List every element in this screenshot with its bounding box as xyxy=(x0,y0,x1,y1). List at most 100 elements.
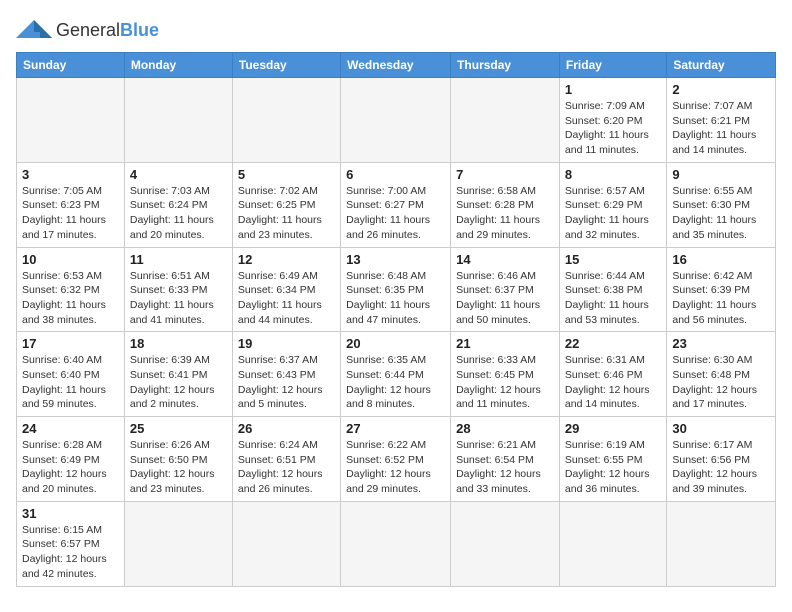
day-header-monday: Monday xyxy=(124,53,232,78)
logo-text: GeneralBlue xyxy=(56,20,159,41)
calendar-cell xyxy=(341,78,451,163)
calendar-week-row: 10 Sunrise: 6:53 AM Sunset: 6:32 PM Dayli… xyxy=(17,247,776,332)
day-info: Sunrise: 6:28 AM Sunset: 6:49 PM Dayligh… xyxy=(22,438,119,497)
day-number: 13 xyxy=(346,252,445,267)
day-number: 28 xyxy=(456,421,554,436)
day-info: Sunrise: 6:46 AM Sunset: 6:37 PM Dayligh… xyxy=(456,269,554,328)
calendar-week-row: 1Sunrise: 7:09 AM Sunset: 6:20 PM Daylig… xyxy=(17,78,776,163)
calendar-cell xyxy=(451,501,560,586)
calendar-cell xyxy=(17,78,125,163)
day-info: Sunrise: 6:51 AM Sunset: 6:33 PM Dayligh… xyxy=(130,269,227,328)
calendar-cell: 10 Sunrise: 6:53 AM Sunset: 6:32 PM Dayli… xyxy=(17,247,125,332)
day-number: 16 xyxy=(672,252,770,267)
calendar-cell: 18 Sunrise: 6:39 AM Sunset: 6:41 PM Dayli… xyxy=(124,332,232,417)
day-info: Sunrise: 7:07 AM Sunset: 6:21 PM Dayligh… xyxy=(672,99,770,158)
calendar-cell: 7 Sunrise: 6:58 AM Sunset: 6:28 PM Daylig… xyxy=(451,162,560,247)
day-info: Sunrise: 6:39 AM Sunset: 6:41 PM Dayligh… xyxy=(130,353,227,412)
calendar-table: SundayMondayTuesdayWednesdayThursdayFrid… xyxy=(16,52,776,587)
calendar-cell: 23 Sunrise: 6:30 AM Sunset: 6:48 PM Dayli… xyxy=(667,332,776,417)
day-number: 27 xyxy=(346,421,445,436)
calendar-cell xyxy=(667,501,776,586)
day-number: 18 xyxy=(130,336,227,351)
calendar-cell xyxy=(559,501,666,586)
calendar-cell: 8Sunrise: 6:57 AM Sunset: 6:29 PM Daylig… xyxy=(559,162,666,247)
day-info: Sunrise: 7:05 AM Sunset: 6:23 PM Dayligh… xyxy=(22,184,119,243)
calendar-cell: 19 Sunrise: 6:37 AM Sunset: 6:43 PM Dayli… xyxy=(232,332,340,417)
calendar-week-row: 24 Sunrise: 6:28 AM Sunset: 6:49 PM Dayli… xyxy=(17,417,776,502)
calendar-cell: 27 Sunrise: 6:22 AM Sunset: 6:52 PM Dayli… xyxy=(341,417,451,502)
calendar-cell: 13 Sunrise: 6:48 AM Sunset: 6:35 PM Dayli… xyxy=(341,247,451,332)
day-info: Sunrise: 6:31 AM Sunset: 6:46 PM Dayligh… xyxy=(565,353,661,412)
day-number: 7 xyxy=(456,167,554,182)
day-number: 14 xyxy=(456,252,554,267)
day-info: Sunrise: 6:30 AM Sunset: 6:48 PM Dayligh… xyxy=(672,353,770,412)
day-info: Sunrise: 6:42 AM Sunset: 6:39 PM Dayligh… xyxy=(672,269,770,328)
day-number: 6 xyxy=(346,167,445,182)
day-info: Sunrise: 6:48 AM Sunset: 6:35 PM Dayligh… xyxy=(346,269,445,328)
day-number: 5 xyxy=(238,167,335,182)
day-number: 23 xyxy=(672,336,770,351)
day-number: 12 xyxy=(238,252,335,267)
page-header: GeneralBlue xyxy=(16,16,776,44)
day-number: 17 xyxy=(22,336,119,351)
calendar-cell: 22Sunrise: 6:31 AM Sunset: 6:46 PM Dayli… xyxy=(559,332,666,417)
calendar-cell: 17 Sunrise: 6:40 AM Sunset: 6:40 PM Dayli… xyxy=(17,332,125,417)
logo: GeneralBlue xyxy=(16,16,159,44)
calendar-cell xyxy=(341,501,451,586)
calendar-cell: 14 Sunrise: 6:46 AM Sunset: 6:37 PM Dayli… xyxy=(451,247,560,332)
day-header-wednesday: Wednesday xyxy=(341,53,451,78)
day-info: Sunrise: 6:55 AM Sunset: 6:30 PM Dayligh… xyxy=(672,184,770,243)
calendar-cell: 11Sunrise: 6:51 AM Sunset: 6:33 PM Dayli… xyxy=(124,247,232,332)
calendar-cell: 28 Sunrise: 6:21 AM Sunset: 6:54 PM Dayli… xyxy=(451,417,560,502)
calendar-cell: 16 Sunrise: 6:42 AM Sunset: 6:39 PM Dayli… xyxy=(667,247,776,332)
calendar-cell: 26 Sunrise: 6:24 AM Sunset: 6:51 PM Dayli… xyxy=(232,417,340,502)
day-number: 21 xyxy=(456,336,554,351)
day-number: 30 xyxy=(672,421,770,436)
day-info: Sunrise: 6:17 AM Sunset: 6:56 PM Dayligh… xyxy=(672,438,770,497)
calendar-cell: 20 Sunrise: 6:35 AM Sunset: 6:44 PM Dayli… xyxy=(341,332,451,417)
day-number: 9 xyxy=(672,167,770,182)
day-info: Sunrise: 6:58 AM Sunset: 6:28 PM Dayligh… xyxy=(456,184,554,243)
calendar-cell: 5 Sunrise: 7:02 AM Sunset: 6:25 PM Daylig… xyxy=(232,162,340,247)
day-info: Sunrise: 6:19 AM Sunset: 6:55 PM Dayligh… xyxy=(565,438,661,497)
calendar-cell: 15Sunrise: 6:44 AM Sunset: 6:38 PM Dayli… xyxy=(559,247,666,332)
day-info: Sunrise: 6:49 AM Sunset: 6:34 PM Dayligh… xyxy=(238,269,335,328)
day-info: Sunrise: 6:15 AM Sunset: 6:57 PM Dayligh… xyxy=(22,523,119,582)
day-info: Sunrise: 6:40 AM Sunset: 6:40 PM Dayligh… xyxy=(22,353,119,412)
day-info: Sunrise: 6:33 AM Sunset: 6:45 PM Dayligh… xyxy=(456,353,554,412)
day-info: Sunrise: 6:53 AM Sunset: 6:32 PM Dayligh… xyxy=(22,269,119,328)
day-info: Sunrise: 7:03 AM Sunset: 6:24 PM Dayligh… xyxy=(130,184,227,243)
calendar-week-row: 3 Sunrise: 7:05 AM Sunset: 6:23 PM Daylig… xyxy=(17,162,776,247)
calendar-cell: 31Sunrise: 6:15 AM Sunset: 6:57 PM Dayli… xyxy=(17,501,125,586)
day-info: Sunrise: 7:02 AM Sunset: 6:25 PM Dayligh… xyxy=(238,184,335,243)
day-number: 20 xyxy=(346,336,445,351)
day-header-tuesday: Tuesday xyxy=(232,53,340,78)
calendar-cell xyxy=(124,78,232,163)
logo-icon xyxy=(16,16,52,44)
day-number: 26 xyxy=(238,421,335,436)
calendar-week-row: 17 Sunrise: 6:40 AM Sunset: 6:40 PM Dayli… xyxy=(17,332,776,417)
day-info: Sunrise: 6:44 AM Sunset: 6:38 PM Dayligh… xyxy=(565,269,661,328)
day-info: Sunrise: 6:37 AM Sunset: 6:43 PM Dayligh… xyxy=(238,353,335,412)
day-info: Sunrise: 7:00 AM Sunset: 6:27 PM Dayligh… xyxy=(346,184,445,243)
calendar-cell: 12 Sunrise: 6:49 AM Sunset: 6:34 PM Dayli… xyxy=(232,247,340,332)
calendar-header-row: SundayMondayTuesdayWednesdayThursdayFrid… xyxy=(17,53,776,78)
calendar-cell: 30 Sunrise: 6:17 AM Sunset: 6:56 PM Dayli… xyxy=(667,417,776,502)
day-number: 8 xyxy=(565,167,661,182)
day-info: Sunrise: 6:21 AM Sunset: 6:54 PM Dayligh… xyxy=(456,438,554,497)
day-number: 19 xyxy=(238,336,335,351)
day-info: Sunrise: 6:22 AM Sunset: 6:52 PM Dayligh… xyxy=(346,438,445,497)
day-number: 3 xyxy=(22,167,119,182)
calendar-cell: 1Sunrise: 7:09 AM Sunset: 6:20 PM Daylig… xyxy=(559,78,666,163)
calendar-cell: 25Sunrise: 6:26 AM Sunset: 6:50 PM Dayli… xyxy=(124,417,232,502)
day-number: 24 xyxy=(22,421,119,436)
day-number: 29 xyxy=(565,421,661,436)
day-info: Sunrise: 6:24 AM Sunset: 6:51 PM Dayligh… xyxy=(238,438,335,497)
day-number: 25 xyxy=(130,421,227,436)
calendar-cell xyxy=(232,501,340,586)
day-info: Sunrise: 6:35 AM Sunset: 6:44 PM Dayligh… xyxy=(346,353,445,412)
calendar-cell xyxy=(124,501,232,586)
day-number: 10 xyxy=(22,252,119,267)
day-number: 1 xyxy=(565,82,661,97)
calendar-cell: 21 Sunrise: 6:33 AM Sunset: 6:45 PM Dayli… xyxy=(451,332,560,417)
